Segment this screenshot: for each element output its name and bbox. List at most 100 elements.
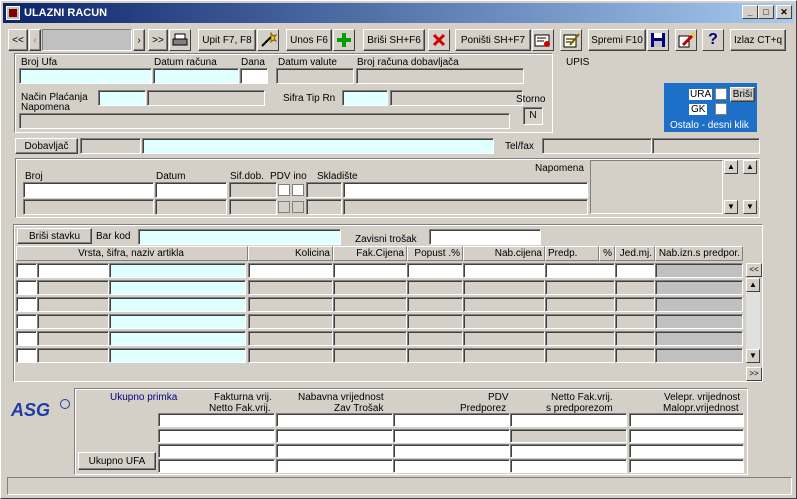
storno-field[interactable]: N [523,107,543,125]
query-wand-icon[interactable] [257,29,279,51]
grid-cell[interactable] [407,314,463,329]
grid-cell[interactable] [109,280,246,295]
grid-cell[interactable] [615,314,655,329]
next-record-button[interactable]: › [133,29,145,51]
primka-datum-field[interactable] [155,182,227,198]
grid-cell[interactable] [463,263,545,278]
query-button[interactable]: Upit F7, F8 [198,29,256,51]
primka-napomena-memo[interactable] [590,160,723,214]
grid-cell[interactable] [655,280,743,295]
grid-cell[interactable] [545,331,615,346]
save-button[interactable]: Spremi F10 [588,29,646,51]
insert-button[interactable]: Unos F6 [286,29,332,51]
col-fak-cijena[interactable]: Fak.Cijena [333,246,407,261]
ukupno-ufa-button[interactable]: Ukupno UFA [78,452,156,470]
grid-cell[interactable] [407,348,463,363]
grid-cell[interactable] [37,314,109,329]
grid-cell[interactable] [655,348,743,363]
add-icon[interactable] [333,29,355,51]
grid-cell[interactable] [109,263,246,278]
col-nab-cijena[interactable]: Nab.cijena [463,246,545,261]
grid-cell[interactable] [655,263,743,278]
grid-cell[interactable] [333,280,407,295]
grid-cell[interactable] [545,280,615,295]
primka-broj-field[interactable] [23,182,154,198]
grid-cell[interactable] [407,263,463,278]
grid-cell[interactable] [655,331,743,346]
grid-cell[interactable] [109,314,246,329]
record-scroll-track[interactable] [42,29,132,51]
pencil-icon[interactable] [675,29,697,51]
col-artikl[interactable]: Vrsta, šifra, naziv artikla [16,246,248,261]
napomena-field[interactable] [19,113,510,129]
grid-scroll-down[interactable]: ▼ [746,349,760,363]
skladiste-code-field[interactable] [306,182,342,198]
col-popust[interactable]: Popust .% [407,246,463,261]
grid-scroll-right[interactable]: >> [746,367,762,381]
datum-racuna-field[interactable] [153,68,239,84]
grid-cell[interactable] [333,297,407,312]
grid-cell[interactable] [463,348,545,363]
grid-cell[interactable] [407,331,463,346]
grid-cell[interactable] [248,314,333,329]
grid-cell[interactable] [248,280,333,295]
grid-cell[interactable] [407,280,463,295]
grid-cell[interactable] [37,348,109,363]
grid-cell[interactable] [545,297,615,312]
col-jed-mj[interactable]: Jed.mj. [615,246,655,261]
close-button[interactable]: ✕ [776,5,792,19]
grid-cell[interactable] [16,314,37,329]
grid-cell[interactable] [463,280,545,295]
grid-cell[interactable] [407,297,463,312]
cancel-button[interactable]: Poništi SH+F7 [455,29,531,51]
ino-checkbox[interactable] [292,184,304,196]
sifra-tip-rn-field[interactable] [342,90,388,106]
minimize-button[interactable]: _ [742,5,758,19]
grid-cell[interactable] [16,263,37,278]
first-record-button[interactable]: << [8,29,28,51]
col-predp[interactable]: Predp. [545,246,599,261]
col-nab-izn[interactable]: Nab.izn.s predpor. [655,246,743,261]
grid-cell[interactable] [463,297,545,312]
skladiste-field[interactable] [343,182,588,198]
grid-cell[interactable] [16,348,37,363]
print-icon[interactable] [169,29,191,51]
grid-cell[interactable] [545,314,615,329]
grid-scroll-up[interactable]: ▲ [746,278,760,292]
pdv-checkbox[interactable] [278,184,290,196]
gk-checkbox[interactable] [715,103,727,115]
grid-cell[interactable] [16,297,37,312]
cancel-icon[interactable] [532,29,554,51]
grid-cell[interactable] [248,263,333,278]
grid-cell[interactable] [615,263,655,278]
grid-cell[interactable] [545,263,615,278]
col-kolicina[interactable]: Kolicina [248,246,333,261]
grid-cell[interactable] [615,280,655,295]
napomena-scroll-down[interactable]: ▼ [724,200,738,214]
grid-cell[interactable] [615,297,655,312]
grid-cell[interactable] [16,280,37,295]
brisi-stavku-button[interactable]: Briši stavku [17,228,92,244]
grid-cell[interactable] [37,280,109,295]
grid-cell[interactable] [333,263,407,278]
grid-cell[interactable] [248,297,333,312]
last-record-button[interactable]: >> [148,29,168,51]
ura-brisi-button[interactable]: Briši [730,87,755,102]
broj-ufa-field[interactable] [19,68,152,84]
grid-scroll-left[interactable]: << [746,263,762,277]
grid-cell[interactable] [37,331,109,346]
edit-notepad-icon[interactable] [560,29,582,51]
grid-cell[interactable] [333,331,407,346]
grid-cell[interactable] [655,314,743,329]
grid-cell[interactable] [37,263,109,278]
dobavljac-name-field[interactable] [142,138,494,154]
dobavljac-button[interactable]: Dobavljač [15,138,78,154]
grid-cell[interactable] [545,348,615,363]
grid-cell[interactable] [333,348,407,363]
prev-record-button[interactable]: ‹ [29,29,41,51]
ura-checkbox[interactable] [715,88,727,100]
help-icon[interactable]: ? [702,29,724,51]
grid-cell[interactable] [463,331,545,346]
grid-cell[interactable] [16,331,37,346]
grid-cell[interactable] [109,297,246,312]
